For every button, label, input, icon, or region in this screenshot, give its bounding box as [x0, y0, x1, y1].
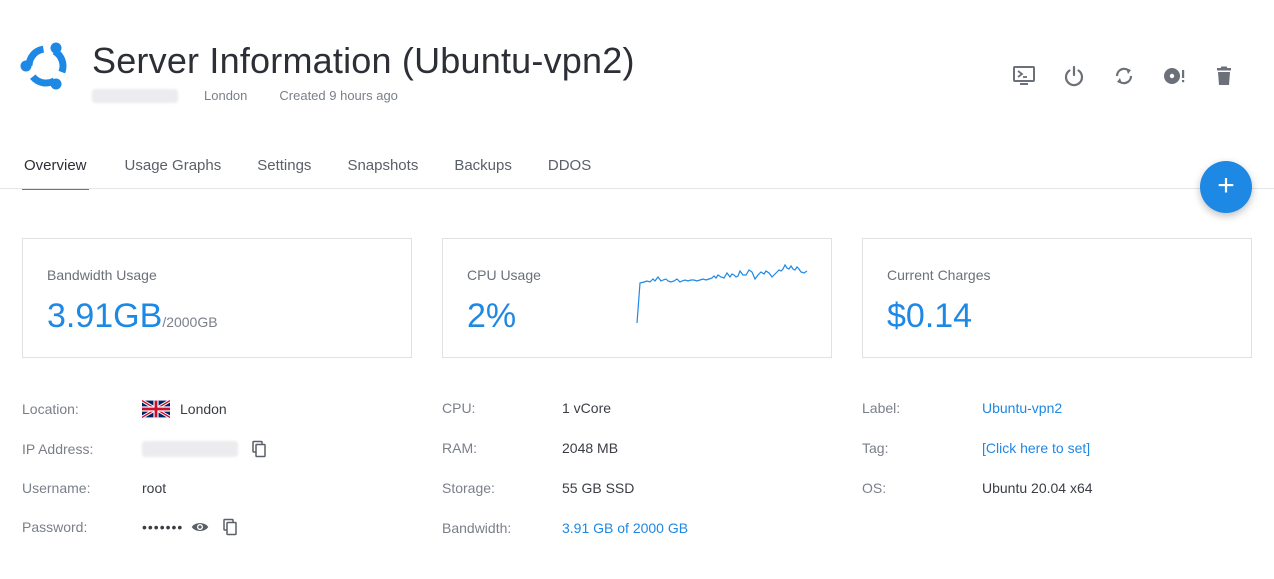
bandwidth-label: Bandwidth:	[442, 520, 512, 536]
detail-tag: Tag: [Click here to set]	[862, 440, 1090, 456]
bandwidth-card: Bandwidth Usage 3.91GB/2000GB	[22, 238, 412, 358]
tab-settings[interactable]: Settings	[257, 145, 311, 190]
created-time: Created 9 hours ago	[279, 88, 398, 103]
copy-icon[interactable]	[221, 518, 239, 536]
cpu-card-value: 2%	[467, 297, 517, 335]
username-label: Username:	[22, 480, 91, 496]
iso-icon[interactable]	[1162, 64, 1186, 88]
detail-ip: IP Address:	[22, 440, 268, 458]
tab-overview[interactable]: Overview	[22, 145, 89, 190]
server-meta: London Created 9 hours ago	[92, 88, 398, 103]
redacted-ip	[142, 441, 238, 457]
trash-icon[interactable]	[1212, 64, 1236, 88]
server-label-label: Label:	[862, 400, 901, 416]
location-value: London	[180, 401, 227, 417]
detail-os: OS: Ubuntu 20.04 x64	[862, 480, 1093, 496]
cpu-value: 1 vCore	[562, 400, 612, 416]
location-label: Location:	[22, 401, 79, 417]
tab-ddos[interactable]: DDOS	[548, 145, 591, 190]
page-title: Server Information (Ubuntu-vpn2)	[92, 40, 635, 81]
detail-bandwidth: Bandwidth: 3.91 GB of 2000 GB	[442, 520, 688, 536]
storage-value: 55 GB SSD	[562, 480, 635, 496]
uk-flag-icon	[142, 400, 170, 418]
cpu-label: CPU:	[442, 400, 476, 416]
ram-label: RAM:	[442, 440, 477, 456]
detail-storage: Storage: 55 GB SSD	[442, 480, 634, 496]
bandwidth-card-label: Bandwidth Usage	[47, 267, 157, 283]
tab-usage-graphs[interactable]: Usage Graphs	[125, 145, 222, 190]
copy-icon[interactable]	[250, 440, 268, 458]
bandwidth-link[interactable]: 3.91 GB of 2000 GB	[562, 520, 688, 536]
os-value: Ubuntu 20.04 x64	[982, 480, 1093, 496]
ip-label: IP Address:	[22, 441, 94, 457]
username-value: root	[142, 480, 167, 496]
bandwidth-card-value: 3.91GB/2000GB	[47, 297, 218, 335]
detail-location: Location: London	[22, 400, 227, 418]
tag-label: Tag:	[862, 440, 889, 456]
tab-bar: Overview Usage Graphs Settings Snapshots…	[22, 145, 627, 190]
os-label: OS:	[862, 480, 887, 496]
detail-label: Label: Ubuntu-vpn2	[862, 400, 1062, 416]
detail-password: Password: •••••••	[22, 518, 239, 536]
cpu-card: CPU Usage 2%	[442, 238, 832, 358]
plus-icon: +	[1217, 169, 1235, 202]
detail-cpu: CPU: 1 vCore	[442, 400, 611, 416]
server-location: London	[204, 88, 248, 103]
ram-value: 2048 MB	[562, 440, 619, 456]
storage-label: Storage:	[442, 480, 495, 496]
ubuntu-logo-icon	[20, 42, 67, 90]
tag-link[interactable]: [Click here to set]	[982, 440, 1090, 456]
tab-snapshots[interactable]: Snapshots	[347, 145, 418, 190]
restart-icon[interactable]	[1112, 64, 1136, 88]
cpu-card-label: CPU Usage	[467, 267, 541, 283]
detail-username: Username: root	[22, 480, 166, 496]
power-icon[interactable]	[1062, 64, 1086, 88]
redacted-hostname	[92, 88, 178, 103]
detail-ram: RAM: 2048 MB	[442, 440, 618, 456]
charges-card: Current Charges $0.14	[862, 238, 1252, 358]
server-label-link[interactable]: Ubuntu-vpn2	[982, 400, 1062, 416]
bandwidth-card-unit: /2000GB	[162, 314, 218, 330]
password-value: •••••••	[142, 519, 184, 535]
eye-icon[interactable]	[191, 518, 209, 536]
tab-divider	[0, 188, 1274, 189]
password-label: Password:	[22, 519, 88, 535]
server-actions	[1012, 64, 1236, 88]
charges-card-value: $0.14	[887, 297, 973, 335]
charges-card-label: Current Charges	[887, 267, 991, 283]
cpu-sparkline	[636, 263, 808, 324]
tab-backups[interactable]: Backups	[454, 145, 512, 190]
add-button[interactable]: +	[1200, 161, 1252, 213]
console-icon[interactable]	[1012, 64, 1036, 88]
